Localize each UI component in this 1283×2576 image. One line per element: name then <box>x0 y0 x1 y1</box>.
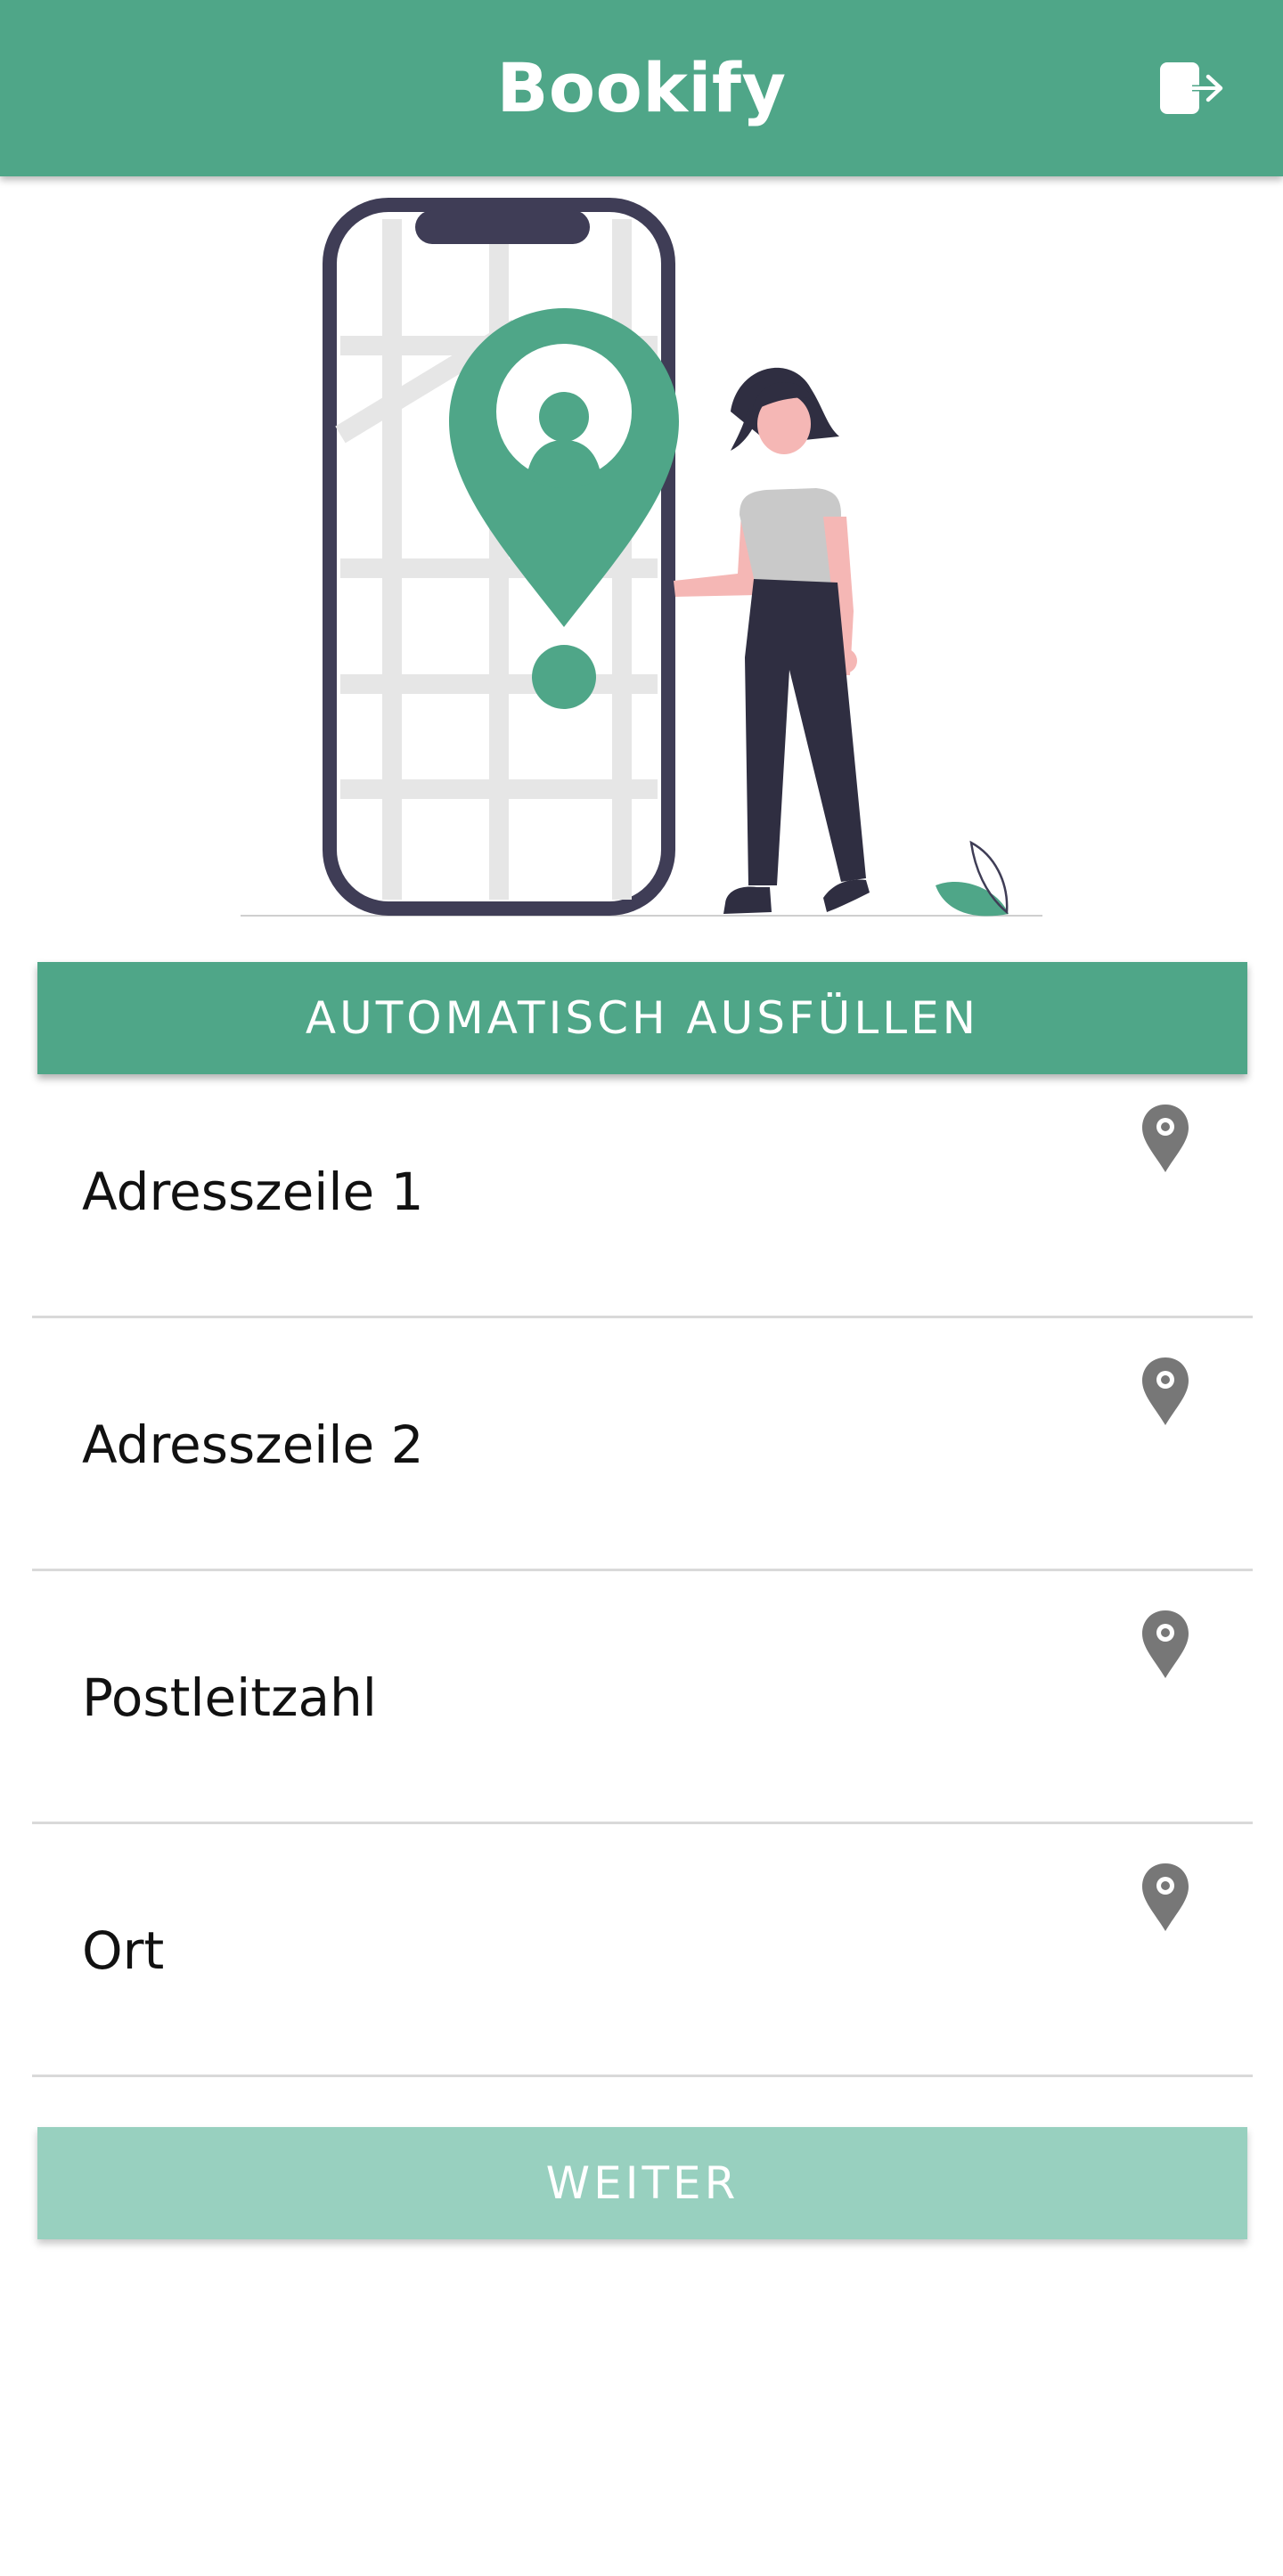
location-pin-icon <box>1142 1357 1189 1425</box>
postal-code-field[interactable]: Postleitzahl <box>32 1571 1253 1824</box>
city-input[interactable] <box>82 1904 1107 2002</box>
address-line-1-input[interactable] <box>82 1145 1107 1243</box>
plant-graphic <box>936 840 1009 917</box>
location-pin-icon <box>1142 1610 1189 1678</box>
app-bar: Bookify <box>0 0 1283 176</box>
city-field[interactable]: Ort <box>32 1824 1253 2077</box>
location-pin-icon <box>1142 1105 1189 1172</box>
address-line-1-field[interactable]: Adresszeile 1 <box>32 1065 1253 1318</box>
location-illustration <box>241 198 1042 917</box>
postal-code-input[interactable] <box>82 1651 1107 1749</box>
next-button[interactable]: WEITER <box>37 2127 1247 2239</box>
logout-button[interactable] <box>1158 59 1226 118</box>
location-pin-icon <box>1142 1863 1189 1931</box>
address-line-2-input[interactable] <box>82 1398 1107 1496</box>
app-title: Bookify <box>496 48 787 127</box>
address-line-2-field[interactable]: Adresszeile 2 <box>32 1318 1253 1571</box>
woman-figure <box>674 367 870 914</box>
logout-icon <box>1160 62 1223 114</box>
autofill-button[interactable]: AUTOMATISCH AUSFÜLLEN <box>37 962 1247 1074</box>
